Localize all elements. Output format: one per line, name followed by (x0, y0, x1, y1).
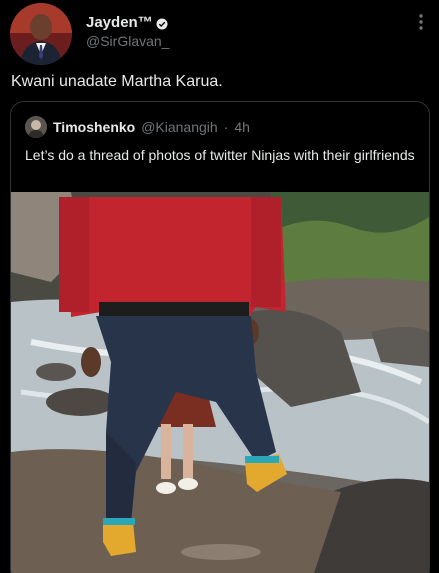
quoted-author-name[interactable]: Timoshenko (53, 118, 135, 136)
quoted-tweet[interactable]: Timoshenko @Kianangih · 4h Let’s do a th… (10, 101, 430, 573)
author-handle[interactable]: @SirGlavan_ (86, 32, 169, 50)
quoted-timestamp[interactable]: 4h (234, 118, 250, 136)
author-name-text: Jayden™ (86, 14, 153, 31)
quoted-author-handle[interactable]: @Kianangih (141, 118, 218, 136)
time-separator: · (223, 119, 229, 135)
post-view: Jayden™ @SirGlavan_ Kwani unadate Martha… (0, 0, 439, 573)
quoted-tweet-photo[interactable] (11, 192, 429, 573)
quoted-author-avatar[interactable] (25, 116, 47, 138)
quoted-tweet-header: Timoshenko @Kianangih · 4h (25, 116, 250, 138)
author-info: Jayden™ @SirGlavan_ (86, 14, 169, 50)
author-avatar[interactable] (10, 3, 72, 65)
tweet-text: Kwani unadate Martha Karua. (11, 73, 223, 90)
post-header: Jayden™ @SirGlavan_ (0, 0, 439, 68)
verified-badge-icon (156, 17, 168, 30)
author-display-name[interactable]: Jayden™ (86, 14, 169, 32)
quoted-tweet-text: Let’s do a thread of photos of twitter N… (25, 147, 415, 163)
more-vertical-icon[interactable] (417, 12, 425, 32)
